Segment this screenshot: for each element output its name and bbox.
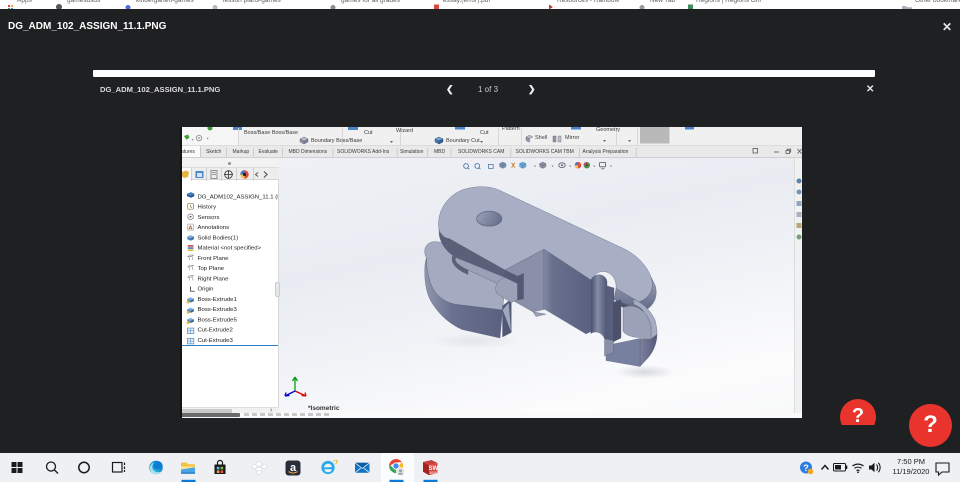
svg-text:Solid Bodies(1): Solid Bodies(1) <box>198 235 239 241</box>
svg-text:Boss-Extrude1: Boss-Extrude1 <box>198 296 238 302</box>
svg-text:History: History <box>198 204 217 210</box>
svg-text:Cut-Extrude2: Cut-Extrude2 <box>198 327 233 333</box>
svg-text:DG_ADM102_ASSIGN_11.1 (Defa: DG_ADM102_ASSIGN_11.1 (Defa <box>198 194 279 200</box>
svg-text:Sensors: Sensors <box>198 214 220 220</box>
svg-text:Boss-Extrude5: Boss-Extrude5 <box>198 317 238 323</box>
svg-text:Annotations: Annotations <box>198 225 230 231</box>
svg-text:Boss-Extrude3: Boss-Extrude3 <box>198 307 238 313</box>
svg-text:Cut-Extrude3: Cut-Extrude3 <box>198 337 234 343</box>
svg-text:*Isometric: *Isometric <box>308 405 340 412</box>
svg-text:Front Plane: Front Plane <box>198 255 230 261</box>
svg-text:Material <not specified>: Material <not specified> <box>198 245 262 251</box>
svg-text:2020: 2020 <box>429 471 437 475</box>
svg-text:Origin: Origin <box>198 286 214 292</box>
svg-text:Top Plane: Top Plane <box>198 266 225 272</box>
svg-text:Right Plane: Right Plane <box>198 276 230 282</box>
svg-text:A: A <box>188 225 193 231</box>
